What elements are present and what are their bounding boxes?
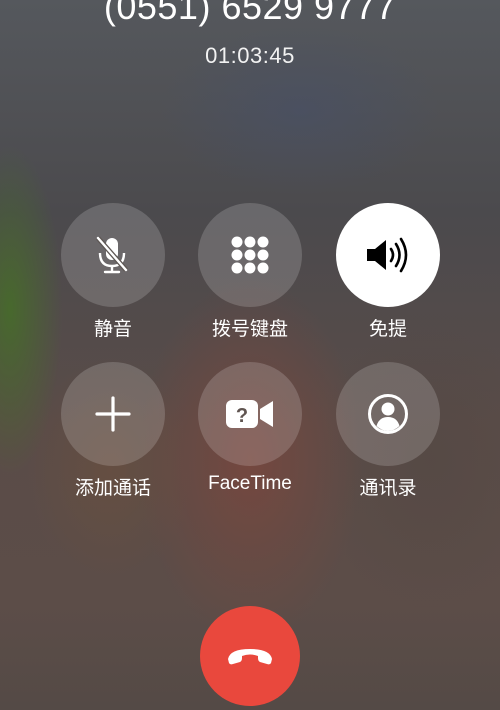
phone-number: (0551) 6529 9777 bbox=[103, 0, 397, 27]
add-call-button[interactable] bbox=[61, 362, 165, 466]
contacts-icon bbox=[367, 393, 409, 435]
svg-text:?: ? bbox=[236, 405, 248, 427]
mute-microphone-icon bbox=[91, 233, 135, 277]
keypad-label: 拨号键盘 bbox=[211, 319, 288, 340]
facetime-video-icon: ? bbox=[225, 397, 275, 431]
keypad-button[interactable] bbox=[198, 203, 302, 307]
contacts-button[interactable] bbox=[336, 362, 440, 466]
speaker-button[interactable] bbox=[336, 203, 440, 307]
end-call-button[interactable] bbox=[200, 606, 300, 706]
plus-icon bbox=[95, 396, 131, 432]
facetime-button[interactable]: ? bbox=[198, 362, 302, 466]
speaker-icon bbox=[365, 235, 411, 275]
mute-label: 静音 bbox=[93, 319, 132, 340]
facetime-label: FaceTime bbox=[208, 473, 292, 494]
contacts-label: 通讯录 bbox=[359, 478, 417, 499]
add-call-label: 添加通话 bbox=[74, 478, 151, 499]
speaker-label: 免提 bbox=[368, 319, 407, 340]
keypad-icon bbox=[229, 234, 271, 276]
call-timer: 01:03:45 bbox=[205, 43, 295, 68]
end-call-icon bbox=[226, 645, 274, 667]
mute-button[interactable] bbox=[61, 203, 165, 307]
